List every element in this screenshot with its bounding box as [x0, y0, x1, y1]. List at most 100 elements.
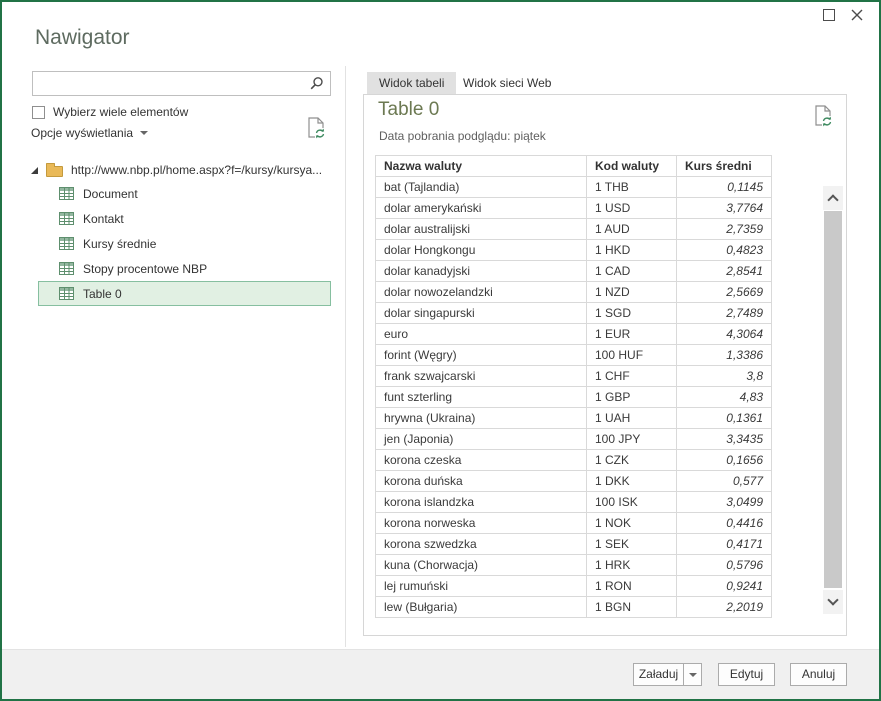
maximize-button[interactable] [823, 9, 835, 21]
cell-exchange-rate: 2,2019 [677, 597, 772, 618]
cell-currency-name: lew (Bułgaria) [376, 597, 587, 618]
cell-exchange-rate: 3,8 [677, 366, 772, 387]
close-button[interactable] [850, 8, 864, 27]
refresh-preview-icon[interactable] [813, 104, 833, 133]
vertical-scrollbar[interactable] [823, 186, 843, 614]
cell-exchange-rate: 0,1656 [677, 450, 772, 471]
cell-currency-name: bat (Tajlandia) [376, 177, 587, 198]
scrollbar-thumb[interactable] [824, 211, 842, 588]
cell-exchange-rate: 1,3386 [677, 345, 772, 366]
table-row[interactable]: dolar Hongkongu 1 HKD 0,4823 [376, 240, 772, 261]
table-row[interactable]: dolar nowozelandzki 1 NZD 2,5669 [376, 282, 772, 303]
cell-currency-name: dolar Hongkongu [376, 240, 587, 261]
table-icon [59, 187, 74, 200]
cell-currency-code: 1 CZK [587, 450, 677, 471]
cancel-button[interactable]: Anuluj [790, 663, 847, 686]
cell-currency-name: lej rumuński [376, 576, 587, 597]
table-row[interactable]: dolar australijski 1 AUD 2,7359 [376, 219, 772, 240]
table-row[interactable]: dolar singapurski 1 SGD 2,7489 [376, 303, 772, 324]
cell-currency-code: 100 JPY [587, 429, 677, 450]
column-header-exchange-rate: Kurs średni [677, 156, 772, 177]
table-row[interactable]: bat (Tajlandia) 1 THB 0,1145 [376, 177, 772, 198]
preview-panel: Table 0 Data pobrania podglądu: piątek N… [363, 94, 847, 636]
cell-currency-name: dolar singapurski [376, 303, 587, 324]
chevron-down-icon [140, 131, 148, 135]
table-row[interactable]: korona czeska 1 CZK 0,1656 [376, 450, 772, 471]
table-row[interactable]: lej rumuński 1 RON 0,9241 [376, 576, 772, 597]
cell-currency-code: 1 RON [587, 576, 677, 597]
cell-currency-name: dolar nowozelandzki [376, 282, 587, 303]
search-icon[interactable] [309, 76, 324, 96]
select-multiple-checkbox[interactable] [32, 106, 45, 119]
table-row[interactable]: jen (Japonia) 100 JPY 3,3435 [376, 429, 772, 450]
tree-item-label: Kursy średnie [83, 237, 156, 251]
cell-exchange-rate: 0,4171 [677, 534, 772, 555]
table-row[interactable]: dolar kanadyjski 1 CAD 2,8541 [376, 261, 772, 282]
tree-root-node[interactable]: http://www.nbp.pl/home.aspx?f=/kursy/kur… [31, 158, 322, 182]
cell-exchange-rate: 3,3435 [677, 429, 772, 450]
tree-item[interactable]: Table 0 [38, 281, 331, 306]
preview-title: Table 0 [378, 99, 439, 121]
table-icon [59, 212, 74, 225]
table-row[interactable]: korona duńska 1 DKK 0,577 [376, 471, 772, 492]
table-row[interactable]: euro 1 EUR 4,3064 [376, 324, 772, 345]
cell-currency-name: funt szterling [376, 387, 587, 408]
chevron-down-icon [689, 673, 697, 677]
table-row[interactable]: funt szterling 1 GBP 4,83 [376, 387, 772, 408]
refresh-preview-icon[interactable] [306, 116, 326, 145]
tab-web-view[interactable]: Widok sieci Web [451, 72, 563, 95]
cell-currency-code: 1 SGD [587, 303, 677, 324]
cell-currency-code: 1 HKD [587, 240, 677, 261]
search-input[interactable] [33, 72, 308, 95]
cell-currency-code: 1 UAH [587, 408, 677, 429]
cell-currency-code: 100 ISK [587, 492, 677, 513]
cell-currency-code: 1 SEK [587, 534, 677, 555]
cell-exchange-rate: 0,1145 [677, 177, 772, 198]
cell-currency-code: 1 EUR [587, 324, 677, 345]
load-button[interactable]: Załaduj [633, 663, 684, 686]
cell-exchange-rate: 0,9241 [677, 576, 772, 597]
cell-exchange-rate: 3,7764 [677, 198, 772, 219]
tree-item-label: Stopy procentowe NBP [83, 262, 207, 276]
cell-currency-code: 1 BGN [587, 597, 677, 618]
column-header-currency-code: Kod waluty [587, 156, 677, 177]
table-row[interactable]: lew (Bułgaria) 1 BGN 2,2019 [376, 597, 772, 618]
cell-exchange-rate: 4,3064 [677, 324, 772, 345]
table-row[interactable]: korona norweska 1 NOK 0,4416 [376, 513, 772, 534]
panel-divider [345, 66, 346, 647]
tree-item[interactable]: Stopy procentowe NBP [38, 256, 331, 281]
scroll-up-button[interactable] [823, 186, 843, 210]
table-row[interactable]: korona islandzka 100 ISK 3,0499 [376, 492, 772, 513]
column-header-currency-name: Nazwa waluty [376, 156, 587, 177]
tree-item-label: Document [83, 187, 138, 201]
cell-currency-name: dolar amerykański [376, 198, 587, 219]
cell-currency-code: 1 HRK [587, 555, 677, 576]
cell-currency-name: forint (Węgry) [376, 345, 587, 366]
table-icon [59, 262, 74, 275]
tree-item[interactable]: Kontakt [38, 206, 331, 231]
tree-item[interactable]: Kursy średnie [38, 231, 331, 256]
table-row[interactable]: dolar amerykański 1 USD 3,7764 [376, 198, 772, 219]
table-row[interactable]: hrywna (Ukraina) 1 UAH 0,1361 [376, 408, 772, 429]
tree-root-label: http://www.nbp.pl/home.aspx?f=/kursy/kur… [71, 163, 322, 177]
cell-currency-name: korona duńska [376, 471, 587, 492]
search-box [32, 71, 331, 96]
table-row[interactable]: frank szwajcarski 1 CHF 3,8 [376, 366, 772, 387]
cell-exchange-rate: 0,4416 [677, 513, 772, 534]
tree-item[interactable]: Document [38, 181, 331, 206]
tab-table-view[interactable]: Widok tabeli [367, 72, 456, 95]
scroll-down-button[interactable] [823, 590, 843, 614]
cell-currency-code: 1 DKK [587, 471, 677, 492]
table-row[interactable]: korona szwedzka 1 SEK 0,4171 [376, 534, 772, 555]
display-options-dropdown[interactable]: Opcje wyświetlania [31, 126, 148, 140]
chevron-up-icon [827, 194, 838, 205]
tree-item-label: Table 0 [83, 287, 122, 301]
cell-currency-code: 1 CHF [587, 366, 677, 387]
cell-exchange-rate: 0,4823 [677, 240, 772, 261]
edit-button[interactable]: Edytuj [718, 663, 775, 686]
table-row[interactable]: kuna (Chorwacja) 1 HRK 0,5796 [376, 555, 772, 576]
cell-exchange-rate: 2,5669 [677, 282, 772, 303]
load-dropdown-button[interactable] [683, 663, 702, 686]
table-row[interactable]: forint (Węgry) 100 HUF 1,3386 [376, 345, 772, 366]
expand-collapse-icon[interactable] [31, 167, 38, 174]
